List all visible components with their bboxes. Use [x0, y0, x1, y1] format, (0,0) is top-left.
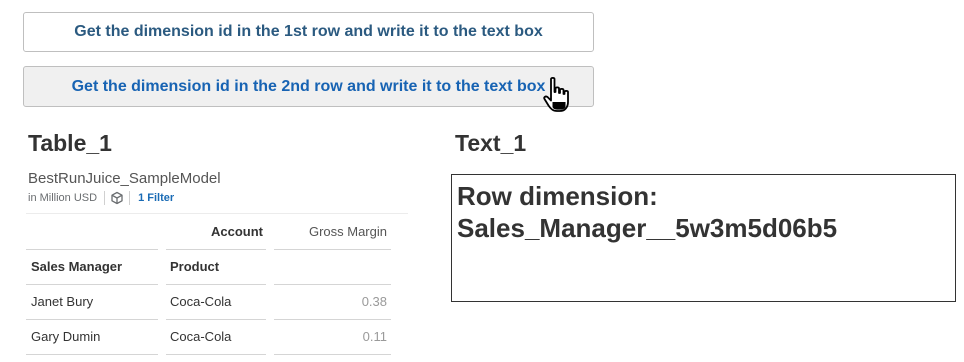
row-header-sales-manager[interactable]: Sales Manager — [31, 249, 122, 284]
table-row-1-product[interactable]: Coca-Cola — [170, 284, 231, 319]
row-divider — [166, 354, 266, 355]
model-name: BestRunJuice_SampleModel — [28, 170, 221, 187]
table-widget-title: Table_1 — [28, 130, 112, 156]
row-header-product[interactable]: Product — [170, 249, 219, 284]
column-header-account[interactable]: Account — [170, 214, 263, 249]
text-line-label: Row dimension: — [457, 181, 658, 211]
text-widget-title: Text_1 — [455, 130, 527, 156]
table-subheader: in Million USD 1 Filter — [28, 190, 174, 206]
table-row-2-product[interactable]: Coca-Cola — [170, 319, 231, 354]
row-divider — [274, 354, 391, 355]
get-first-row-dimension-button[interactable]: Get the dimension id in the 1st row and … — [23, 12, 594, 52]
cube-icon — [111, 191, 123, 205]
header-divider — [274, 249, 391, 250]
row-divider — [26, 354, 158, 355]
table-row-1-gross-margin[interactable]: 0.38 — [276, 284, 387, 319]
divider — [129, 191, 131, 205]
text-line-dimension-id: Sales_Manager__5w3m5d06b5 — [457, 213, 838, 243]
table-row-1-sales-manager[interactable]: Janet Bury — [31, 284, 93, 319]
table-row-2-gross-margin[interactable]: 0.11 — [276, 319, 387, 354]
filter-link[interactable]: 1 Filter — [138, 192, 174, 204]
get-second-row-dimension-button[interactable]: Get the dimension id in the 2nd row and … — [23, 66, 594, 107]
hand-pointer-icon — [543, 76, 569, 112]
divider — [104, 191, 106, 205]
table-row-2-sales-manager[interactable]: Gary Dumin — [31, 319, 100, 354]
unit-label: in Million USD — [28, 192, 98, 204]
text-widget-box[interactable]: Row dimension: Sales_Manager__5w3m5d06b5 — [451, 174, 956, 302]
column-header-gross-margin[interactable]: Gross Margin — [276, 214, 387, 249]
